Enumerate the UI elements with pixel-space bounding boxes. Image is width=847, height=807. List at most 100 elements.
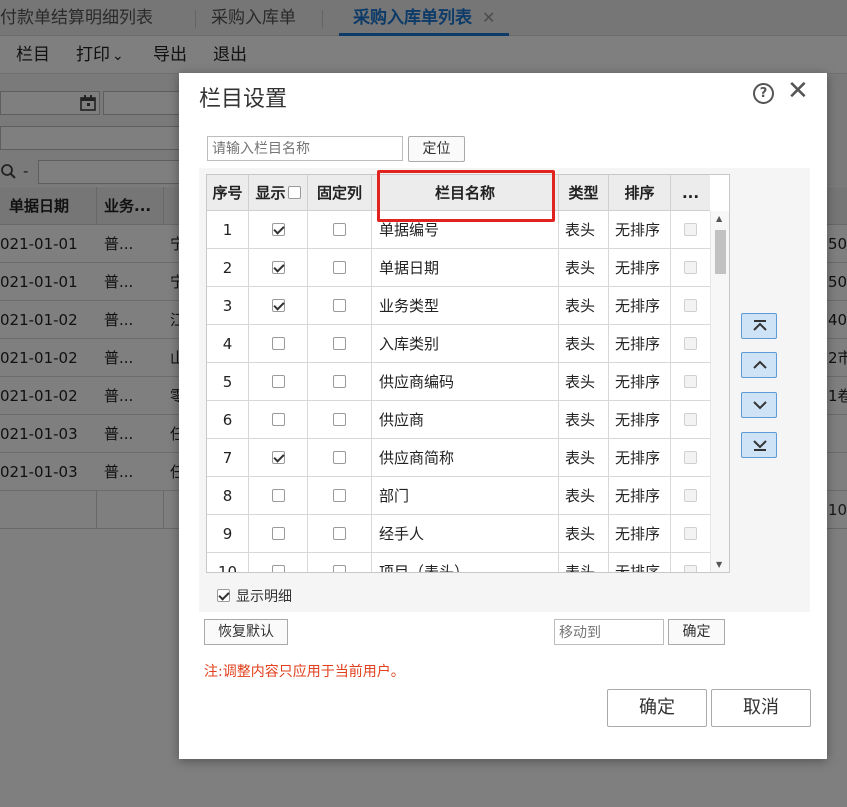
show-checkbox[interactable] <box>271 526 285 540</box>
fixed-checkbox[interactable] <box>333 412 346 426</box>
show-all-checkbox[interactable] <box>287 185 301 199</box>
double-chevron-up-icon <box>753 320 767 331</box>
fixed-checkbox[interactable] <box>333 450 346 464</box>
cell-sort: 无排序 <box>609 401 671 439</box>
cell-more <box>671 401 710 439</box>
column-settings-dialog: 栏目设置 ? ✕ 定位 序号 显示 固定列 栏目名称 类型 排序 ... 1单据… <box>179 73 827 759</box>
cell-show <box>249 325 308 363</box>
restore-default-button[interactable]: 恢复默认 <box>204 619 288 645</box>
fixed-checkbox[interactable] <box>333 260 346 274</box>
move-to-confirm-button[interactable]: 确定 <box>668 619 725 645</box>
cell-fixed <box>308 553 372 572</box>
locate-button[interactable]: 定位 <box>408 136 465 162</box>
cell-seq: 2 <box>207 249 249 287</box>
header-show-label: 显示 <box>255 184 286 202</box>
highlight-annotation <box>377 170 555 222</box>
move-to-top-button[interactable] <box>741 313 777 339</box>
cell-show <box>249 515 308 553</box>
cell-fixed <box>308 363 372 401</box>
cell-sort: 无排序 <box>609 439 671 477</box>
show-detail-checkbox[interactable] <box>217 589 230 602</box>
column-name-search-input[interactable] <box>207 136 403 161</box>
ok-button[interactable]: 确定 <box>607 689 707 727</box>
cell-sort: 无排序 <box>609 211 671 249</box>
table-row[interactable]: 10 项目（表头） 表头 无排序 <box>207 553 710 572</box>
cell-more <box>671 553 710 572</box>
cell-show <box>249 363 308 401</box>
row-option-checkbox <box>684 488 697 502</box>
cell-column-name: 项目（表头） <box>372 553 559 572</box>
header-show: 显示 <box>249 175 308 211</box>
close-icon[interactable]: ✕ <box>787 77 809 105</box>
show-checkbox[interactable] <box>271 298 285 312</box>
cell-show <box>249 553 308 572</box>
cell-seq: 4 <box>207 325 249 363</box>
show-detail-option[interactable]: 显示明细 <box>217 586 292 606</box>
cell-type: 表头 <box>559 287 609 325</box>
cell-sort: 无排序 <box>609 325 671 363</box>
move-to-bottom-button[interactable] <box>741 432 777 458</box>
cell-fixed <box>308 515 372 553</box>
cell-more <box>671 211 710 249</box>
cell-fixed <box>308 325 372 363</box>
header-type: 类型 <box>559 175 609 211</box>
table-scrollbar[interactable]: ▲ ▼ <box>710 211 729 572</box>
cell-column-name: 供应商简称 <box>372 439 559 477</box>
show-checkbox[interactable] <box>271 260 285 274</box>
cell-type: 表头 <box>559 211 609 249</box>
fixed-checkbox[interactable] <box>333 564 346 572</box>
show-checkbox[interactable] <box>271 488 285 502</box>
cell-column-name: 单据日期 <box>372 249 559 287</box>
show-checkbox[interactable] <box>271 450 285 464</box>
chevron-down-icon <box>753 401 767 410</box>
scroll-up-arrow[interactable]: ▲ <box>716 214 722 223</box>
fixed-checkbox[interactable] <box>333 488 346 502</box>
table-row[interactable]: 4 入库类别 表头 无排序 <box>207 325 710 363</box>
show-checkbox[interactable] <box>271 374 285 388</box>
table-row[interactable]: 2 单据日期 表头 无排序 <box>207 249 710 287</box>
scroll-thumb[interactable] <box>715 230 726 274</box>
fixed-checkbox[interactable] <box>333 336 346 350</box>
table-row[interactable]: 6 供应商 表头 无排序 <box>207 401 710 439</box>
cell-type: 表头 <box>559 477 609 515</box>
cell-column-name: 部门 <box>372 477 559 515</box>
move-up-button[interactable] <box>741 352 777 378</box>
show-checkbox[interactable] <box>271 336 285 350</box>
cell-show <box>249 249 308 287</box>
table-row[interactable]: 8 部门 表头 无排序 <box>207 477 710 515</box>
cell-type: 表头 <box>559 325 609 363</box>
fixed-checkbox[interactable] <box>333 222 346 236</box>
cell-more <box>671 363 710 401</box>
show-checkbox[interactable] <box>271 222 285 236</box>
move-down-button[interactable] <box>741 392 777 418</box>
cell-seq: 7 <box>207 439 249 477</box>
table-row[interactable]: 3 业务类型 表头 无排序 <box>207 287 710 325</box>
cell-fixed <box>308 439 372 477</box>
cell-seq: 3 <box>207 287 249 325</box>
move-to-input[interactable] <box>554 619 664 645</box>
cell-fixed <box>308 249 372 287</box>
show-checkbox[interactable] <box>271 564 285 572</box>
help-icon[interactable]: ? <box>753 83 774 104</box>
table-row[interactable]: 9 经手人 表头 无排序 <box>207 515 710 553</box>
cell-sort: 无排序 <box>609 363 671 401</box>
cell-more <box>671 249 710 287</box>
header-seq: 序号 <box>207 175 249 211</box>
fixed-checkbox[interactable] <box>333 298 346 312</box>
cell-more <box>671 325 710 363</box>
chevron-up-icon <box>753 360 767 369</box>
cell-more <box>671 287 710 325</box>
cancel-button[interactable]: 取消 <box>711 689 811 727</box>
table-row[interactable]: 7 供应商简称 表头 无排序 <box>207 439 710 477</box>
scroll-down-arrow[interactable]: ▼ <box>716 560 722 569</box>
cell-column-name: 业务类型 <box>372 287 559 325</box>
cell-sort: 无排序 <box>609 249 671 287</box>
fixed-checkbox[interactable] <box>333 526 346 540</box>
row-option-checkbox <box>684 222 697 236</box>
table-row[interactable]: 5 供应商编码 表头 无排序 <box>207 363 710 401</box>
fixed-checkbox[interactable] <box>333 374 346 388</box>
cell-seq: 1 <box>207 211 249 249</box>
cell-more <box>671 439 710 477</box>
cell-seq: 9 <box>207 515 249 553</box>
show-checkbox[interactable] <box>271 412 285 426</box>
